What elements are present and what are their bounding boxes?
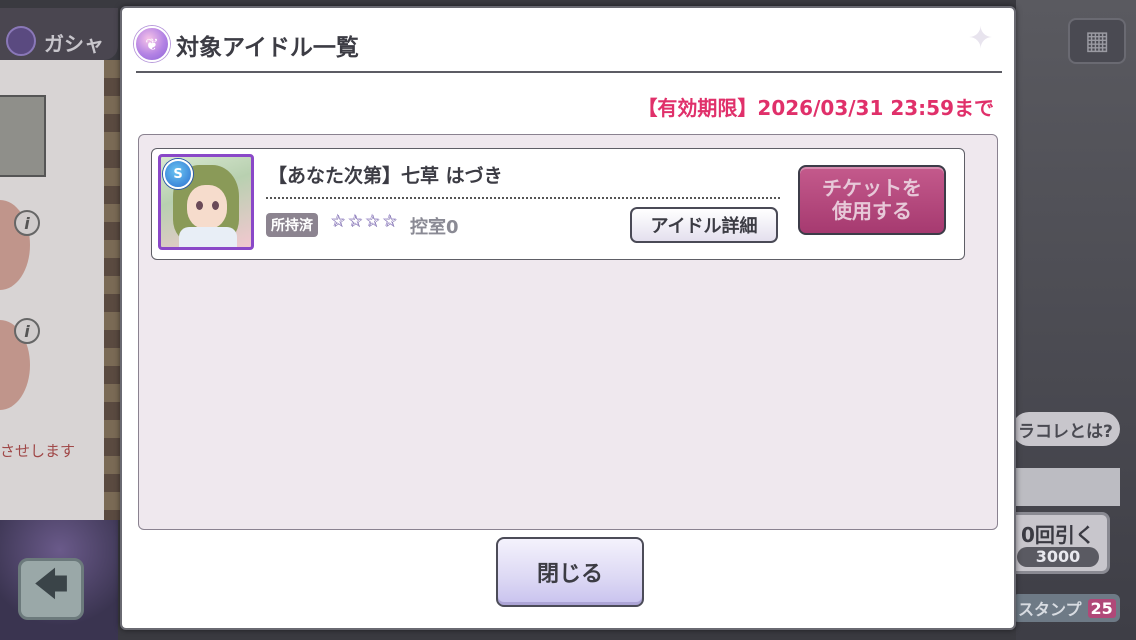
pull-cost: 3000 bbox=[1017, 547, 1099, 567]
star-icon: ☆ bbox=[330, 211, 346, 231]
use-ticket-line2: 使用する bbox=[832, 199, 912, 223]
left-note: させします bbox=[0, 442, 76, 460]
stamp-button: スタンプ 25 bbox=[1012, 594, 1120, 622]
use-ticket-label: チケットを 使用する bbox=[822, 177, 922, 223]
stamp-count-badge: 25 bbox=[1087, 598, 1116, 618]
star-icon: ☆ bbox=[347, 211, 363, 231]
pull-button: 0回引く 3000 bbox=[1006, 512, 1110, 574]
sparkle-icon: ✦ bbox=[968, 21, 994, 56]
menu-grid-button: ▦ bbox=[1068, 18, 1126, 64]
gacha-header: ガシャ bbox=[0, 8, 118, 60]
idol-card: S 【あなた次第】七草 はづき 所持済 ☆ ☆ ☆ ☆ 控室0 アイドル詳細 チ… bbox=[151, 148, 965, 260]
portrait-eye bbox=[196, 201, 203, 210]
idol-name: 【あなた次第】七草 はづき bbox=[268, 165, 503, 187]
portrait-collar bbox=[179, 227, 237, 247]
owned-badge: 所持済 bbox=[266, 213, 318, 237]
star-icon: ☆ bbox=[364, 211, 380, 231]
right-bar bbox=[1016, 468, 1120, 506]
info-icon: i bbox=[14, 210, 40, 236]
gacha-icon bbox=[6, 26, 36, 56]
close-button[interactable]: 閉じる bbox=[496, 537, 644, 607]
target-idol-dialog: ❦ 対象アイドル一覧 ✦ 【有効期限】2026/03/31 23:59まで S … bbox=[120, 6, 1016, 630]
info-icon: i bbox=[14, 318, 40, 344]
dialog-title: 対象アイドル一覧 bbox=[176, 35, 359, 61]
idol-list[interactable]: S 【あなた次第】七草 はづき 所持済 ☆ ☆ ☆ ☆ 控室0 アイドル詳細 チ… bbox=[138, 134, 998, 530]
portrait-eye bbox=[212, 201, 219, 210]
back-button: 🡄 bbox=[18, 558, 84, 620]
use-ticket-line1: チケットを bbox=[822, 176, 922, 200]
name-divider bbox=[266, 197, 780, 199]
grid-icon: ▦ bbox=[1084, 26, 1110, 56]
star-icon: ☆ bbox=[381, 211, 397, 231]
portrait-face bbox=[187, 185, 227, 229]
gacha-label: ガシャ bbox=[44, 32, 104, 56]
back-arrow-icon: 🡄 bbox=[33, 564, 69, 605]
rakore-help-button: ラコレとは? bbox=[1012, 412, 1120, 446]
rarity-badge-icon: S bbox=[163, 159, 193, 189]
pull-label: 0回引く bbox=[1021, 523, 1095, 547]
stamp-label: スタンプ bbox=[1018, 600, 1082, 619]
dialog-emblem-icon: ❦ bbox=[134, 26, 170, 62]
idol-detail-button[interactable]: アイドル詳細 bbox=[630, 207, 778, 243]
idol-portrait[interactable]: S bbox=[158, 154, 254, 250]
use-ticket-button[interactable]: チケットを 使用する bbox=[798, 165, 946, 235]
left-thumbnail bbox=[0, 95, 46, 177]
title-divider bbox=[136, 71, 1002, 73]
star-rating: ☆ ☆ ☆ ☆ bbox=[330, 213, 397, 230]
reserve-count: 控室0 bbox=[410, 217, 459, 238]
expiry-deadline: 【有効期限】2026/03/31 23:59まで bbox=[637, 96, 994, 120]
